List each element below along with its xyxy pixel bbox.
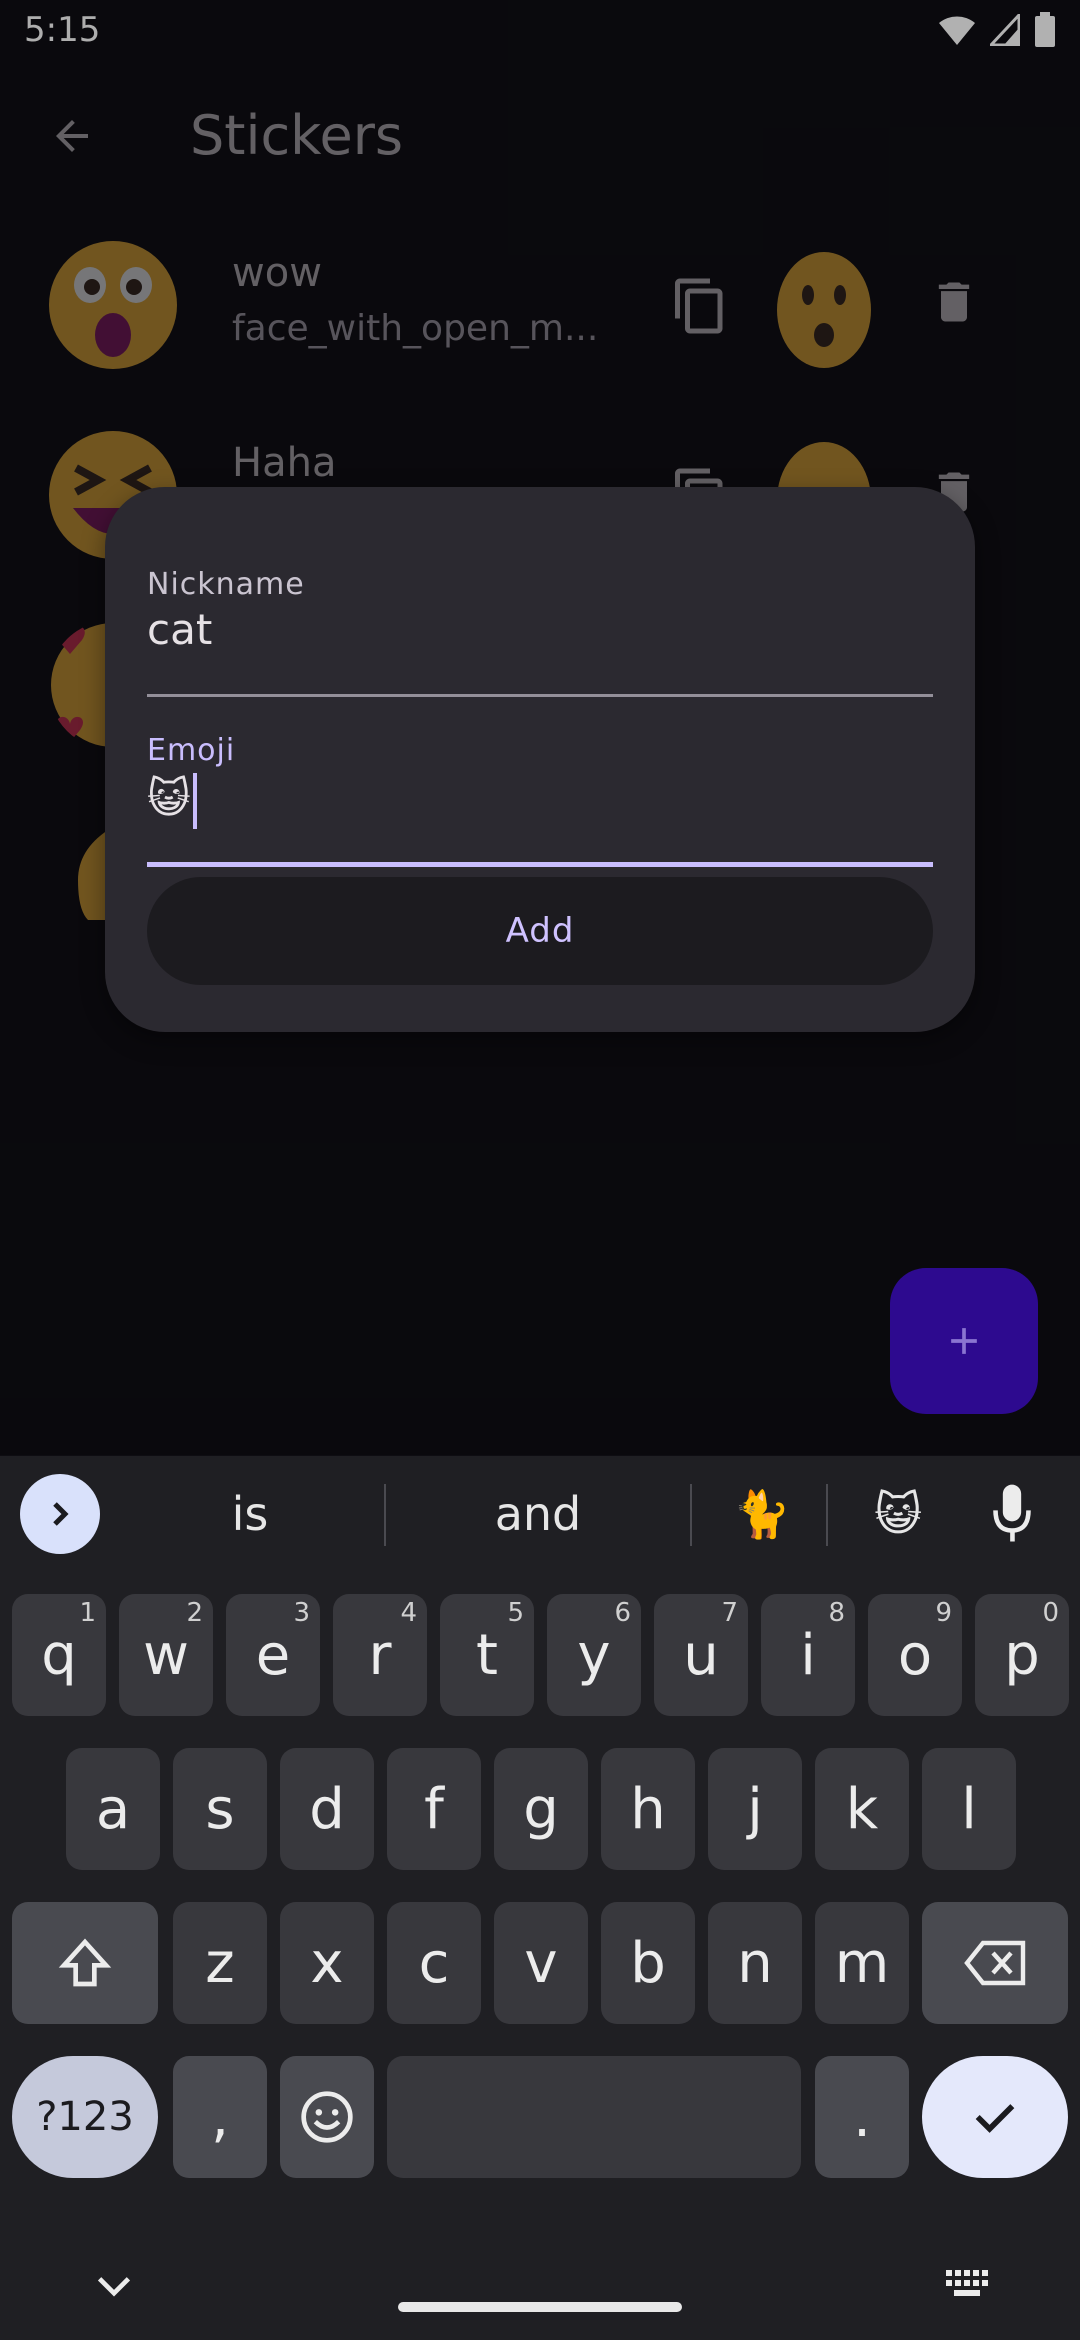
nickname-underline [147,694,933,697]
key-h[interactable]: h [601,1748,695,1870]
suggestion-2[interactable]: and [398,1456,678,1572]
key-r[interactable]: r4 [333,1594,427,1716]
key-m[interactable]: m [815,1902,909,2024]
sticker-name: Haha [232,440,337,486]
key-y[interactable]: y6 [547,1594,641,1716]
back-button[interactable] [40,104,104,168]
key-q[interactable]: q1 [12,1594,106,1716]
key-k[interactable]: k [815,1748,909,1870]
period-key[interactable]: . [815,2056,909,2178]
page-title: Stickers [190,104,404,167]
home-indicator[interactable] [398,2302,682,2312]
plus-icon [951,1328,977,1354]
emoji-input[interactable]: 😺 [147,773,197,829]
key-j[interactable]: j [708,1748,802,1870]
shift-icon [58,1938,112,1987]
suggestion-1[interactable]: is [130,1456,370,1572]
symbols-key[interactable]: ?123 [12,2056,158,2178]
delete-icon[interactable] [928,272,980,332]
nickname-input[interactable]: cat [147,605,212,654]
suggestion-bar: is and 🐈 😺 [0,1456,1080,1572]
status-icons [938,12,1056,48]
add-button[interactable]: Add [147,877,933,985]
hushed-face-icon [777,252,871,368]
key-u[interactable]: u7 [654,1594,748,1716]
key-t[interactable]: t5 [440,1594,534,1716]
key-o[interactable]: o9 [868,1594,962,1716]
key-c[interactable]: c [387,1902,481,2024]
shift-key[interactable] [12,1902,158,2024]
enter-key[interactable] [922,2056,1068,2178]
separator [384,1484,386,1546]
keyboard: is and 🐈 😺 q1 w2 e3 r4 t5 y6 u7 i8 o9 p0… [0,1456,1080,2340]
expand-toolbar-button[interactable] [20,1474,100,1554]
sticker-row[interactable]: wow face_with_open_m... [0,230,1080,390]
key-x[interactable]: x [280,1902,374,2024]
nickname-label: Nickname [147,567,305,602]
sticker-name: wow [232,250,322,296]
key-d[interactable]: d [280,1748,374,1870]
chevron-down-icon[interactable] [92,2268,136,2304]
add-sticker-dialog: Nickname cat Emoji 😺 Add [105,487,975,1032]
separator [826,1484,828,1546]
sticker-code: face_with_open_m... [232,308,599,349]
key-a[interactable]: a [66,1748,160,1870]
navigation-bar [0,2220,1080,2340]
add-sticker-fab[interactable] [890,1268,1038,1414]
separator [690,1484,692,1546]
key-g[interactable]: g [494,1748,588,1870]
signal-icon [990,14,1020,46]
key-w[interactable]: w2 [119,1594,213,1716]
status-bar: 5:15 [0,0,1080,64]
status-time: 5:15 [24,10,101,50]
key-i[interactable]: i8 [761,1594,855,1716]
comma-key[interactable]: , [173,2056,267,2178]
space-key[interactable] [387,2056,801,2178]
backspace-key[interactable] [922,1902,1068,2024]
key-z[interactable]: z [173,1902,267,2024]
suggestion-3[interactable]: 🐈 [700,1456,824,1572]
emoji-key[interactable] [280,2056,374,2178]
arrow-back-icon [56,120,88,152]
wifi-icon [939,16,975,45]
key-v[interactable]: v [494,1902,588,2024]
emoji-underline [147,862,933,867]
key-l[interactable]: l [922,1748,1016,1870]
text-cursor [192,773,197,829]
keyboard-switch-icon[interactable] [946,2270,990,2300]
emoji-label: Emoji [147,733,236,768]
key-e[interactable]: e3 [226,1594,320,1716]
check-icon [975,2104,1015,2133]
key-f[interactable]: f [387,1748,481,1870]
suggestion-4[interactable]: 😺 [836,1456,960,1572]
emoji-icon [301,2091,353,2143]
battery-icon [1035,12,1055,47]
copy-icon[interactable] [670,274,730,338]
microphone-icon[interactable] [990,1482,1034,1546]
key-n[interactable]: n [708,1902,802,2024]
surprised-face-sticker-icon [49,241,177,369]
key-p[interactable]: p0 [975,1594,1069,1716]
chevron-right-icon [53,1502,69,1526]
app-bar: Stickers [0,80,1080,192]
key-s[interactable]: s [173,1748,267,1870]
emoji-input-value: 😺 [147,773,191,823]
key-b[interactable]: b [601,1902,695,2024]
backspace-icon [964,1940,1026,1986]
